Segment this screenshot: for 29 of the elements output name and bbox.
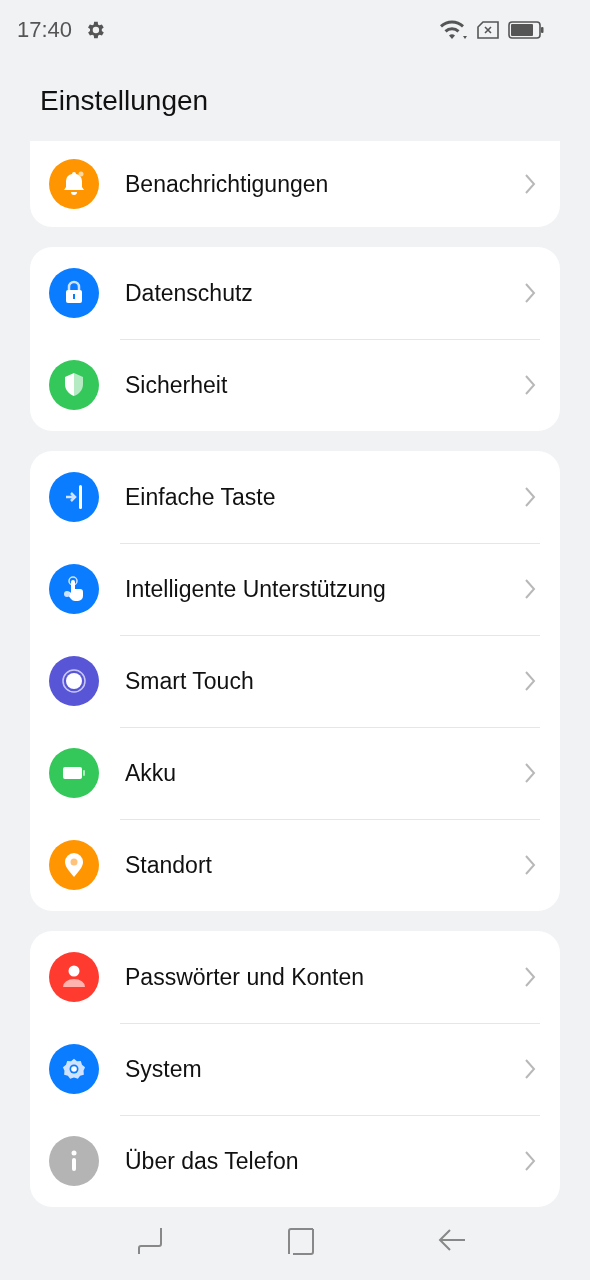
chevron-right-icon (524, 486, 536, 508)
battery-icon (508, 21, 544, 39)
chevron-right-icon (524, 670, 536, 692)
clock: 17:40 (17, 17, 73, 43)
settings-item[interactable]: Akku (30, 727, 560, 819)
settings-item[interactable]: Intelligente Unterstützung (30, 543, 560, 635)
sim-icon (476, 21, 500, 39)
recents-icon[interactable] (137, 1225, 165, 1256)
wifi-icon (440, 19, 468, 41)
settings-item[interactable]: Standort (30, 819, 560, 911)
chevron-right-icon (524, 1150, 536, 1172)
settings-item[interactable]: Passwörter und Konten (30, 931, 560, 1023)
settings-item[interactable]: Benachrichtigungen (30, 141, 560, 227)
chevron-right-icon (524, 374, 536, 396)
settings-item[interactable]: Sicherheit (30, 339, 560, 431)
settings-item[interactable]: Smart Touch (30, 635, 560, 727)
chevron-right-icon (524, 854, 536, 876)
chevron-right-icon (524, 762, 536, 784)
chevron-right-icon (524, 966, 536, 988)
settings-item[interactable]: Über das Telefon (30, 1115, 560, 1207)
chevron-right-icon (524, 282, 536, 304)
settings-item[interactable]: System (30, 1023, 560, 1115)
chevron-right-icon (524, 1058, 536, 1080)
chevron-right-icon (524, 173, 536, 195)
chevron-right-icon (524, 578, 536, 600)
settings-item[interactable]: Datenschutz (30, 247, 560, 339)
page-title: Einstellungen (39, 84, 210, 118)
home-icon[interactable] (286, 1225, 316, 1256)
settings-item[interactable]: Einfache Taste (30, 451, 560, 543)
